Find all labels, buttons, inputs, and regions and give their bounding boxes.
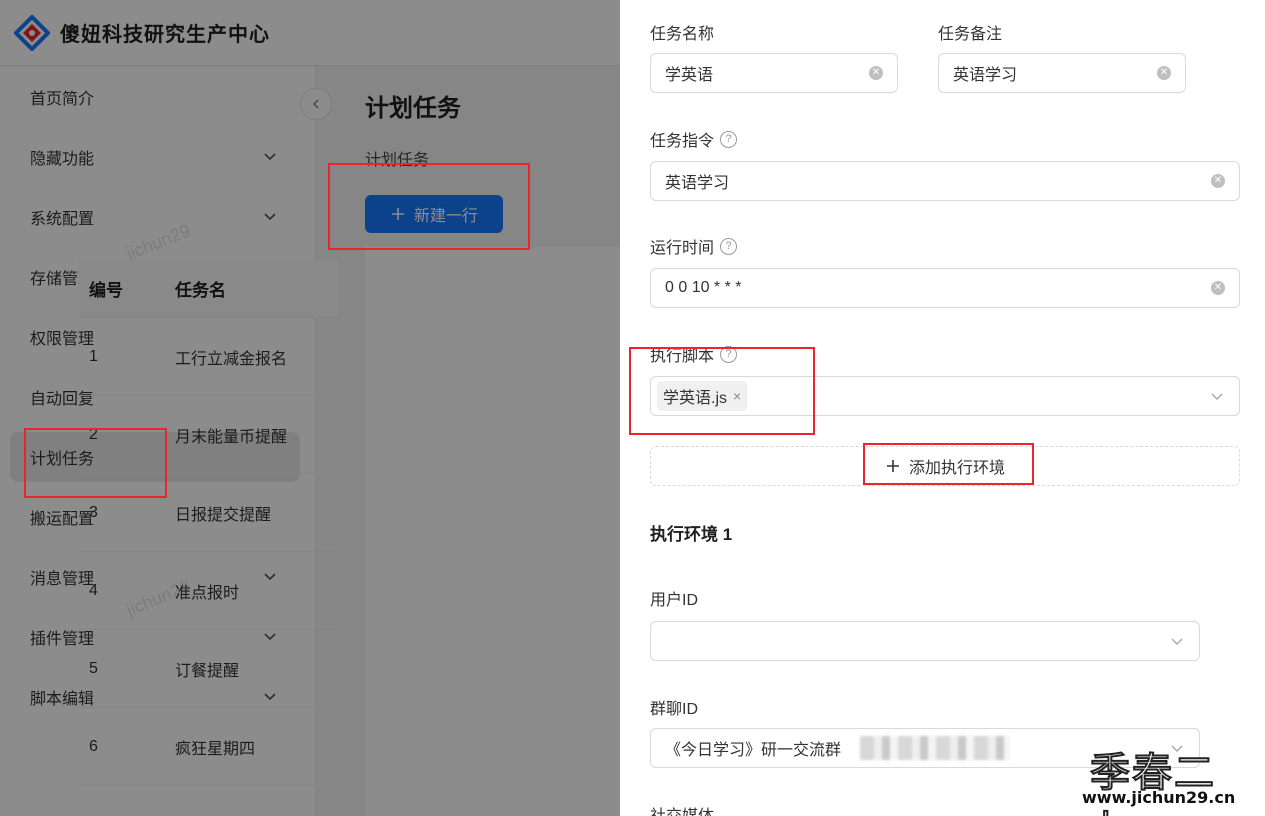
- task-command-input[interactable]: 英语学习 ✕: [650, 161, 1240, 201]
- label-text: 群聊ID: [650, 701, 699, 718]
- label-text: 运行时间: [650, 240, 715, 257]
- task-name-input[interactable]: 学英语 ✕: [650, 53, 898, 93]
- highlight-box: [863, 443, 1034, 485]
- help-icon[interactable]: ?: [720, 130, 738, 148]
- chevron-down-icon: [1171, 638, 1183, 645]
- group-id-label: 群聊ID: [650, 695, 698, 719]
- run-time-label: 运行时间?: [650, 234, 738, 258]
- env-heading: 执行环境 1: [650, 525, 733, 544]
- input-value: 英语学习: [665, 175, 730, 192]
- input-value: 英语学习: [953, 67, 1018, 84]
- clear-icon[interactable]: ✕: [1157, 66, 1171, 80]
- task-note-label: 任务备注: [938, 20, 1002, 44]
- user-id-label: 用户ID: [650, 586, 698, 610]
- task-note-input[interactable]: 英语学习 ✕: [938, 53, 1186, 93]
- site-watermark-url: www.jichun29.cn: [1082, 788, 1236, 807]
- social-media-label: 社交媒体: [650, 802, 714, 816]
- input-value: 0 0 10 * * *: [665, 279, 742, 296]
- highlight-box: [629, 347, 815, 435]
- help-icon[interactable]: ?: [720, 237, 738, 255]
- drawer-mask[interactable]: [0, 0, 620, 816]
- highlight-box: [328, 163, 530, 250]
- label-text: 用户ID: [650, 592, 699, 609]
- user-id-select[interactable]: [650, 621, 1200, 661]
- clear-icon[interactable]: ✕: [1211, 281, 1225, 295]
- label-text: 任务备注: [938, 26, 1003, 43]
- task-name-label: 任务名称: [650, 20, 714, 44]
- task-command-label: 任务指令?: [650, 127, 738, 151]
- run-time-input[interactable]: 0 0 10 * * * ✕: [650, 268, 1240, 308]
- chevron-down-icon: [1211, 393, 1223, 400]
- input-value: 学英语: [665, 67, 714, 84]
- label-text: 任务指令: [650, 133, 715, 150]
- clear-icon[interactable]: ✕: [1211, 174, 1225, 188]
- site-watermark: 季春二九 www.jichun29.cn: [1080, 740, 1250, 816]
- label-text: 社交媒体: [650, 802, 714, 816]
- redacted-text: [860, 736, 1010, 760]
- highlight-box: [24, 428, 167, 498]
- label-text: 任务名称: [650, 26, 715, 43]
- clear-icon[interactable]: ✕: [869, 66, 883, 80]
